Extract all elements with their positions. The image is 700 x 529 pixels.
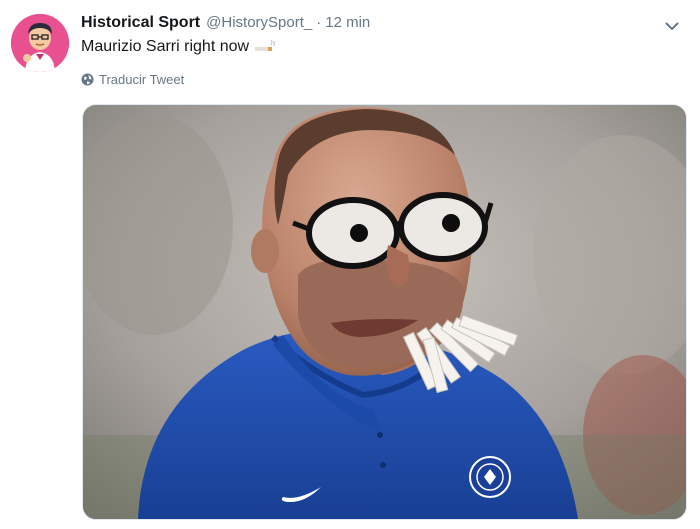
tweet-text-body: Maurizio Sarri right now (81, 38, 250, 55)
meme-photo (83, 105, 686, 519)
tweet-text: Maurizio Sarri right now (81, 38, 276, 56)
translate-tweet-link[interactable]: Traducir Tweet (81, 72, 184, 87)
tweet-card[interactable]: Historical Sport @HistorySport_ · 12 min… (0, 0, 700, 529)
avatar[interactable] (11, 14, 69, 72)
tweet-header: Historical Sport @HistorySport_ · 12 min (81, 14, 370, 36)
user-handle[interactable]: @HistorySport_ (206, 14, 312, 31)
avatar-image (11, 14, 69, 72)
tweet-media-image[interactable] (82, 104, 687, 520)
chevron-down-icon[interactable] (662, 16, 682, 36)
display-name[interactable]: Historical Sport (81, 14, 200, 32)
timestamp[interactable]: 12 min (325, 14, 370, 31)
translate-label: Traducir Tweet (99, 72, 185, 87)
separator: · (316, 14, 322, 31)
cigarette-emoji-icon (254, 39, 276, 54)
globe-icon (81, 73, 94, 86)
